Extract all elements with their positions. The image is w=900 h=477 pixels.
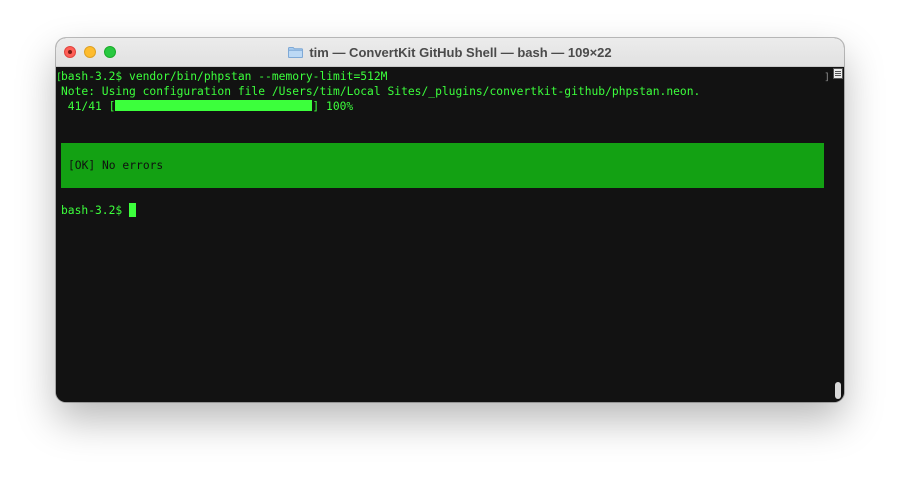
scroll-thumb[interactable] <box>835 382 841 399</box>
command-line: bash-3.2$ vendor/bin/phpstan --memory-li… <box>61 70 388 83</box>
config-note: Note: Using configuration file /Users/ti… <box>61 85 701 98</box>
split-pane-icon[interactable] <box>833 68 843 79</box>
window-title: tim — ConvertKit GitHub Shell — bash — 1… <box>309 44 612 60</box>
ok-message: [OK] No errors <box>68 159 164 172</box>
folder-icon <box>288 46 304 58</box>
shell-prompt: bash-3.2$ <box>61 204 130 217</box>
line-marker: [ <box>56 72 63 83</box>
progress-bar <box>115 100 313 111</box>
prompt-line[interactable]: bash-3.2$ <box>61 203 137 218</box>
terminal-content[interactable]: [ bash-3.2$ vendor/bin/phpstan --memory-… <box>56 67 832 402</box>
success-block: [OK] No errors <box>61 143 824 188</box>
scrollbar[interactable] <box>832 67 844 402</box>
text-cursor <box>129 203 137 217</box>
progress-prefix: 41/41 [ <box>61 100 116 113</box>
progress-suffix: ] 100% <box>312 100 354 113</box>
line-end-marker: ] <box>824 72 831 83</box>
title-bar[interactable]: tim — ConvertKit GitHub Shell — bash — 1… <box>56 38 844 67</box>
progress-line: 41/41 [ ] 100% <box>61 99 353 114</box>
terminal-window: tim — ConvertKit GitHub Shell — bash — 1… <box>56 38 844 402</box>
window-title-area: tim — ConvertKit GitHub Shell — bash — 1… <box>56 38 844 66</box>
